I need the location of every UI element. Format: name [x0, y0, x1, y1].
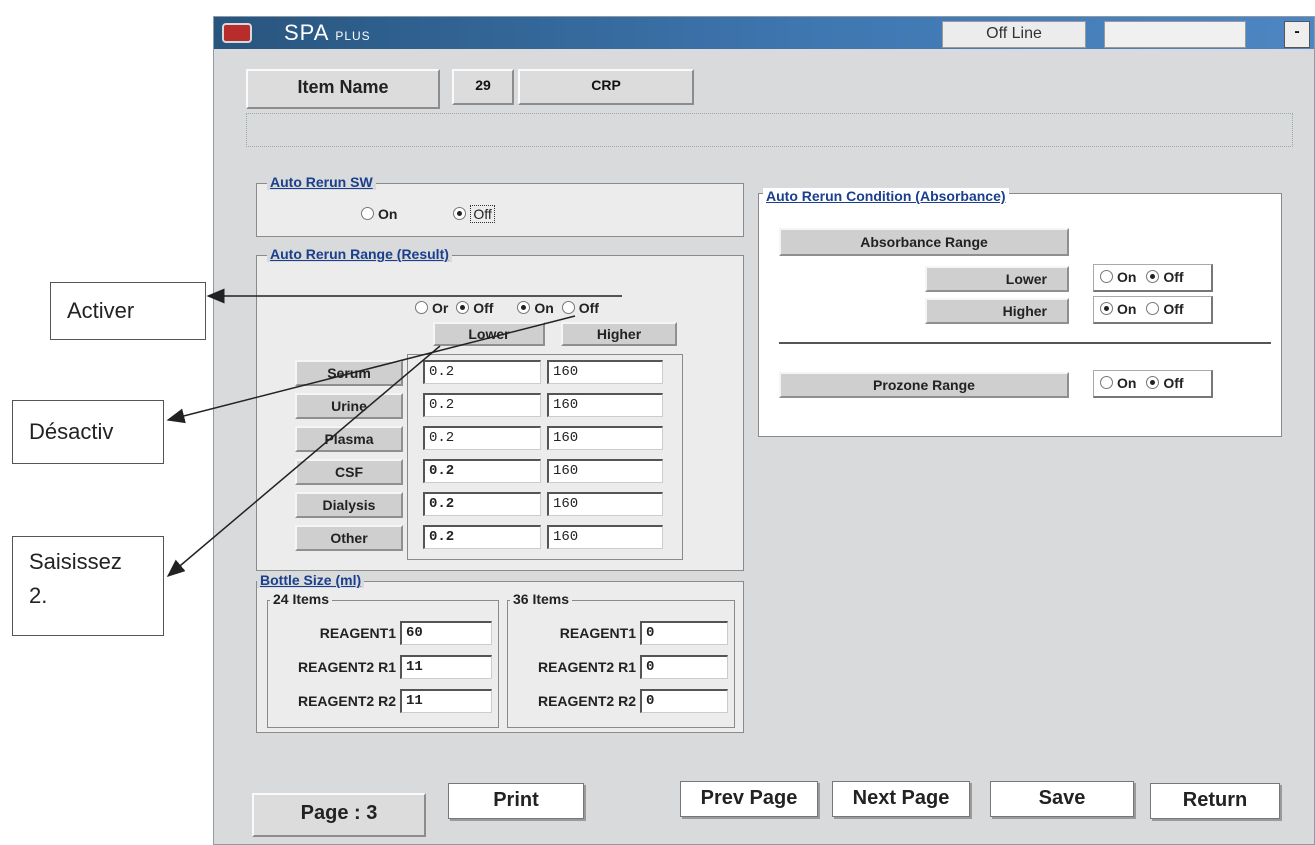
arrow-saisissez — [166, 345, 441, 577]
annotation-arrows — [166, 288, 622, 577]
